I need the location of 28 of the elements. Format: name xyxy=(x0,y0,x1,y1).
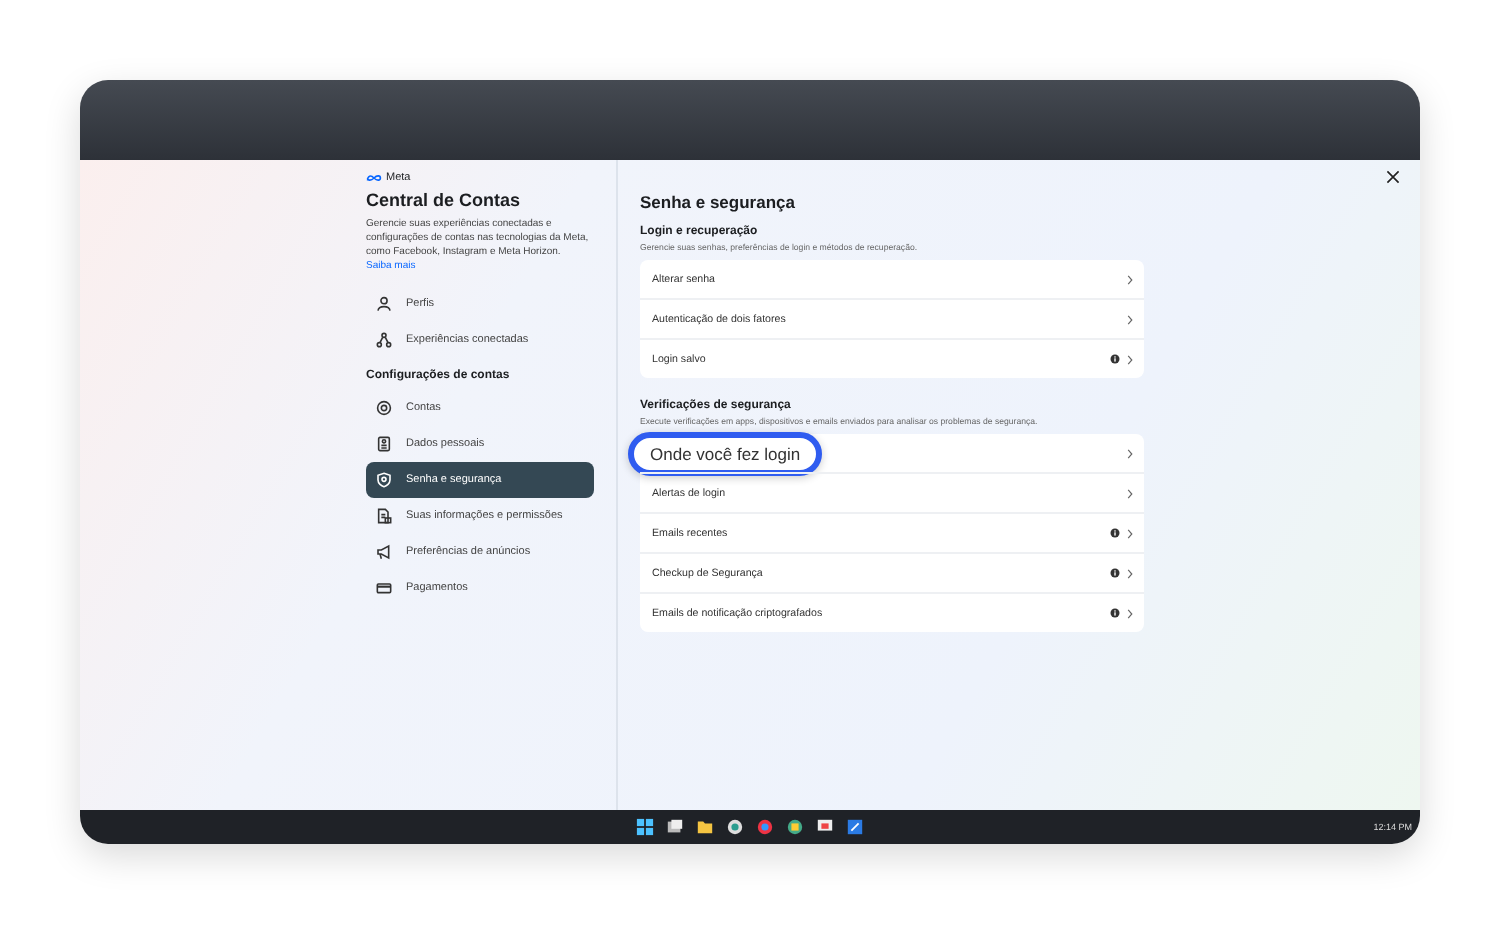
app-icon[interactable] xyxy=(786,818,804,836)
chevron-icon xyxy=(1126,527,1134,539)
document-icon xyxy=(376,508,392,524)
circle-icon xyxy=(376,400,392,416)
chevron-icon xyxy=(1126,607,1134,619)
circle-app-icon[interactable] xyxy=(726,818,744,836)
id-card-icon xyxy=(376,436,392,452)
page-title: Senha e segurança xyxy=(640,192,797,212)
start-icon[interactable] xyxy=(636,818,654,836)
person-icon xyxy=(376,296,392,312)
nodes-icon xyxy=(376,332,392,348)
pen-app-icon[interactable] xyxy=(846,818,864,836)
card-icon xyxy=(376,580,392,596)
window-icon[interactable] xyxy=(666,818,684,836)
chevron-icon xyxy=(1126,487,1134,499)
highlighted-row-callout[interactable]: Onde você fez login xyxy=(628,431,823,475)
chevron-icon xyxy=(1126,447,1134,459)
browser-icon[interactable] xyxy=(756,818,774,836)
shield-icon xyxy=(376,472,392,488)
sidebar-title: Central de Contas xyxy=(366,190,523,210)
chevron-icon xyxy=(1126,353,1134,365)
megaphone-icon xyxy=(376,544,392,560)
chevron-icon xyxy=(1126,313,1134,325)
close-icon[interactable] xyxy=(1386,170,1400,184)
screen-icon[interactable] xyxy=(816,818,834,836)
chevron-icon xyxy=(1126,273,1134,285)
chevron-icon xyxy=(1126,567,1134,579)
folder-icon[interactable] xyxy=(696,818,714,836)
